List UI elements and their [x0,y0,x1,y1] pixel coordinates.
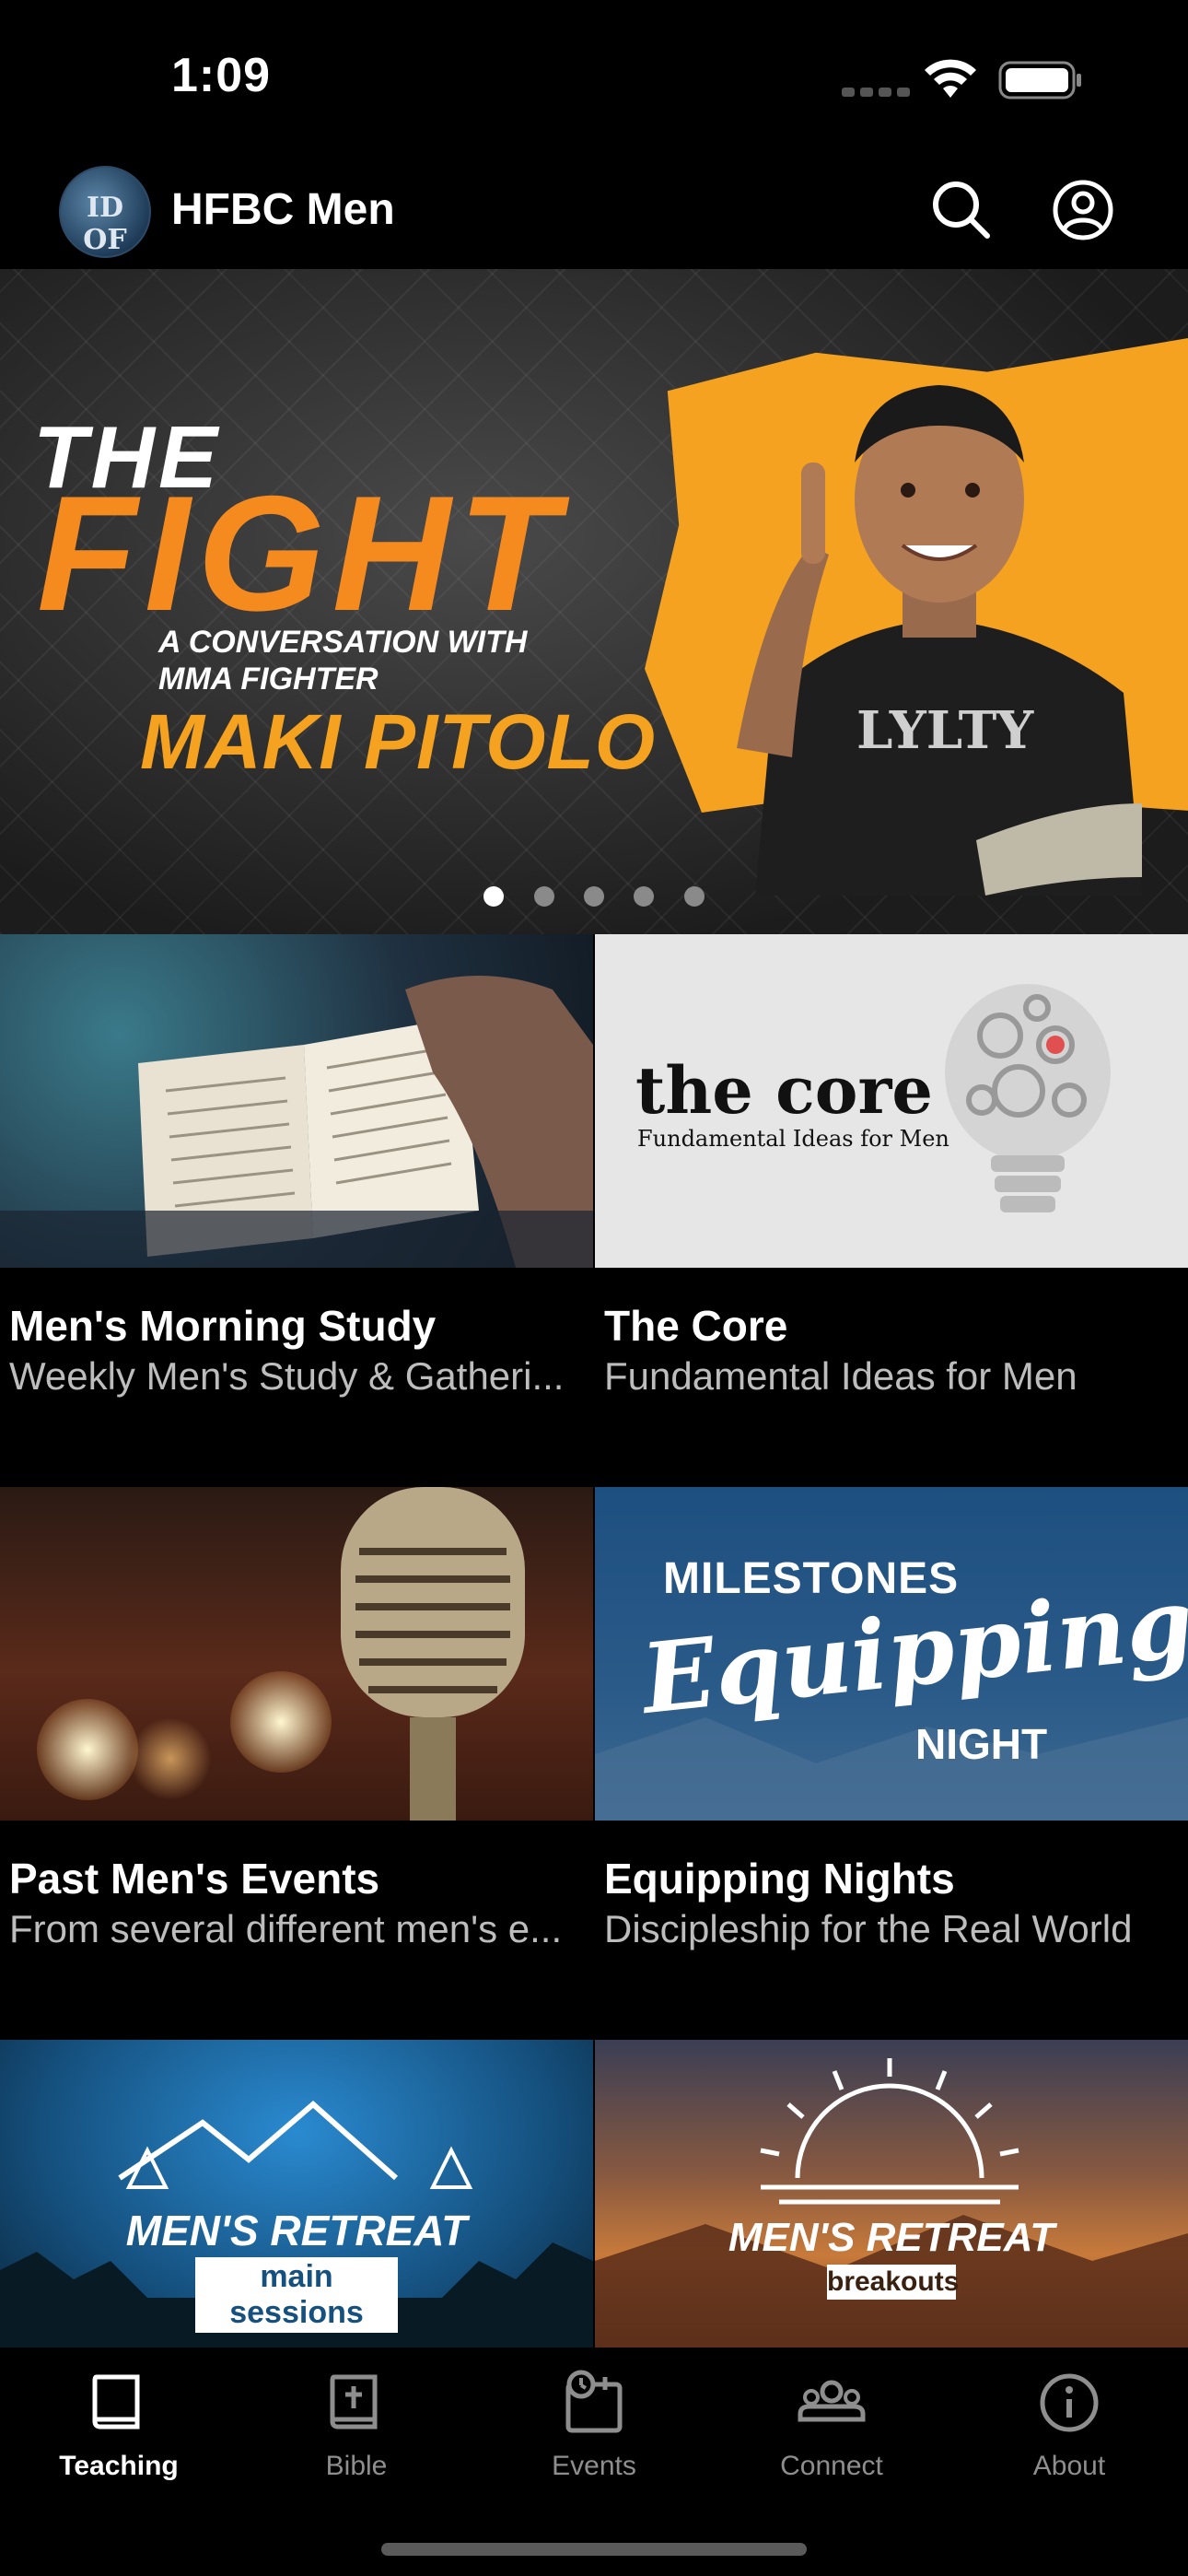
tab-label: Events [552,2451,636,2481]
tile-title: Past Men's Events [9,1855,380,1903]
hero-fighter-line: MMA FIGHTER [158,662,379,697]
series-image-bible [0,934,593,1268]
tab-bar: Teaching Bible Events Connect About [0,2348,1188,2576]
hero-subtitle: A CONVERSATION WITH MMA FIGHTER [158,624,527,697]
series-tile-equipping-nights[interactable]: MILESTONES Equipping NIGHT Equipping Nig… [595,1487,1188,2003]
retreat-breakouts-art-sub: breakouts [827,2265,959,2300]
lightbulb-gears-icon [945,984,1111,1212]
tab-teaching[interactable]: Teaching [0,2348,238,2504]
tile-subtitle: Discipleship for the Real World [604,1907,1133,1950]
carousel-dot[interactable] [483,886,505,907]
bible-icon [330,2374,378,2430]
series-tile-the-core[interactable]: the core Fundamental Ideas for Men The C… [595,934,1188,1450]
carousel-dot[interactable] [634,886,655,907]
status-bar: 1:09 [0,0,1188,157]
wifi-icon [925,59,976,98]
app-logo: ID OF TF [59,166,151,258]
carousel-dot[interactable] [683,886,705,907]
equipping-art-bottom: NIGHT [915,1720,1048,1768]
app-title: HFBC Men [171,185,395,234]
search-button[interactable] [928,177,995,243]
series-image-retreat-breakouts: MEN'S RETREAT breakouts [595,2040,1188,2348]
core-art-title: the core [635,1052,933,1129]
series-image-microphone [0,1487,593,1821]
tab-connect[interactable]: Connect [713,2348,950,2504]
book-icon [92,2374,140,2430]
people-icon [798,2380,866,2422]
status-time: 1:09 [171,49,272,102]
cellular-signal-icon [842,85,915,98]
tab-events[interactable]: Events [475,2348,713,2504]
tile-title: The Core [604,1302,788,1350]
info-icon [1040,2373,1099,2432]
series-tile-past-mens-events[interactable]: Past Men's Events From several different… [0,1487,593,2003]
tab-about[interactable]: About [950,2348,1188,2504]
tile-subtitle: Fundamental Ideas for Men [604,1354,1077,1398]
series-tile-mens-retreat-breakouts[interactable]: MEN'S RETREAT breakouts [595,2040,1188,2348]
profile-button[interactable] [1050,177,1116,243]
hero-conversation-line: A CONVERSATION WITH [158,625,528,660]
tile-title: Equipping Nights [604,1855,955,1903]
series-tile-mens-morning-study[interactable]: Men's Morning Study Weekly Men's Study &… [0,934,593,1450]
series-tile-mens-retreat-main[interactable]: MEN'S RETREAT main sessions [0,2040,593,2348]
retreat-main-art-sub: main sessions [195,2257,398,2333]
battery-icon [998,61,1081,100]
tile-title: Men's Morning Study [9,1302,437,1350]
core-art-subtitle: Fundamental Ideas for Men [637,1126,949,1152]
series-image-the-core: the core Fundamental Ideas for Men [595,934,1188,1268]
tile-subtitle: From several different men's e... [9,1907,563,1950]
tab-label: Bible [325,2451,388,2481]
tab-label: Connect [780,2451,883,2481]
tile-subtitle: Weekly Men's Study & Gatheri... [9,1354,565,1398]
hero-fighter-image: LYLTY [737,385,1142,896]
calendar-icon [565,2370,623,2433]
home-indicator[interactable] [381,2543,807,2556]
hero-banner[interactable]: LYLTY THE FIGHT A CONVERSATION WITH MMA … [0,269,1188,934]
retreat-main-art-title: MEN'S RETREAT [125,2207,468,2254]
tab-bible[interactable]: Bible [238,2348,475,2504]
hero-title-fight: FIGHT [37,462,565,645]
series-image-retreat-main: MEN'S RETREAT main sessions [0,2040,593,2348]
carousel-dot[interactable] [533,886,554,907]
carousel-dot[interactable] [584,886,604,907]
carousel-dots [0,886,1188,911]
hero-fighter-name: MAKI PITOLO [140,698,657,785]
retreat-breakouts-art-title: MEN'S RETREAT [728,2215,1055,2260]
svg-text:LYLTY: LYLTY [856,700,1034,761]
series-image-equipping-night: MILESTONES Equipping NIGHT [595,1487,1188,1821]
logo-text: ID OF TF [83,192,127,256]
tab-label: Teaching [59,2451,179,2481]
tab-label: About [1032,2451,1106,2481]
